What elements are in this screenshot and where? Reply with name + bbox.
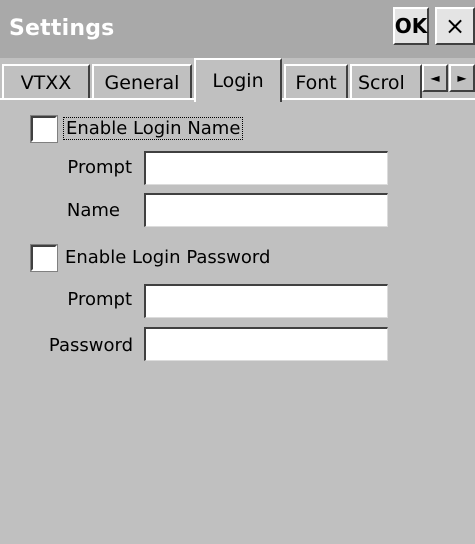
- tab-scroll-right-button[interactable]: ►: [449, 64, 475, 92]
- tab-font[interactable]: Font: [284, 64, 348, 100]
- arrow-right-icon: ►: [457, 71, 467, 85]
- enable-login-name-checkbox[interactable]: [30, 115, 58, 143]
- enable-login-password-checkbox[interactable]: [30, 244, 58, 272]
- enable-login-password-label[interactable]: Enable Login Password: [65, 247, 270, 268]
- login-name-label: Name: [66, 200, 120, 221]
- login-password-label: Password: [48, 335, 133, 356]
- login-name-prompt-label: Prompt: [67, 157, 132, 178]
- ok-button[interactable]: OK: [393, 7, 429, 45]
- title-bar: Settings OK ×: [0, 0, 475, 58]
- login-name-input[interactable]: [144, 193, 388, 227]
- tab-scroll-left-button[interactable]: ◄: [422, 64, 448, 92]
- login-password-prompt-input[interactable]: [144, 284, 388, 318]
- tab-login[interactable]: Login: [194, 58, 282, 102]
- login-password-prompt-label: Prompt: [67, 289, 132, 310]
- enable-login-name-label[interactable]: Enable Login Name: [63, 117, 244, 140]
- login-password-input[interactable]: [144, 327, 388, 361]
- tab-general[interactable]: General: [92, 64, 192, 100]
- tab-strip: VTXX General Login Font Scrol: [0, 58, 475, 102]
- arrow-left-icon: ◄: [430, 71, 440, 85]
- tab-scroll[interactable]: Scrol: [350, 64, 422, 100]
- close-icon: ×: [444, 12, 466, 40]
- tab-vtxx[interactable]: VTXX: [2, 64, 90, 100]
- close-button[interactable]: ×: [435, 7, 475, 45]
- window-title: Settings: [9, 16, 115, 41]
- login-name-prompt-input[interactable]: [144, 151, 388, 185]
